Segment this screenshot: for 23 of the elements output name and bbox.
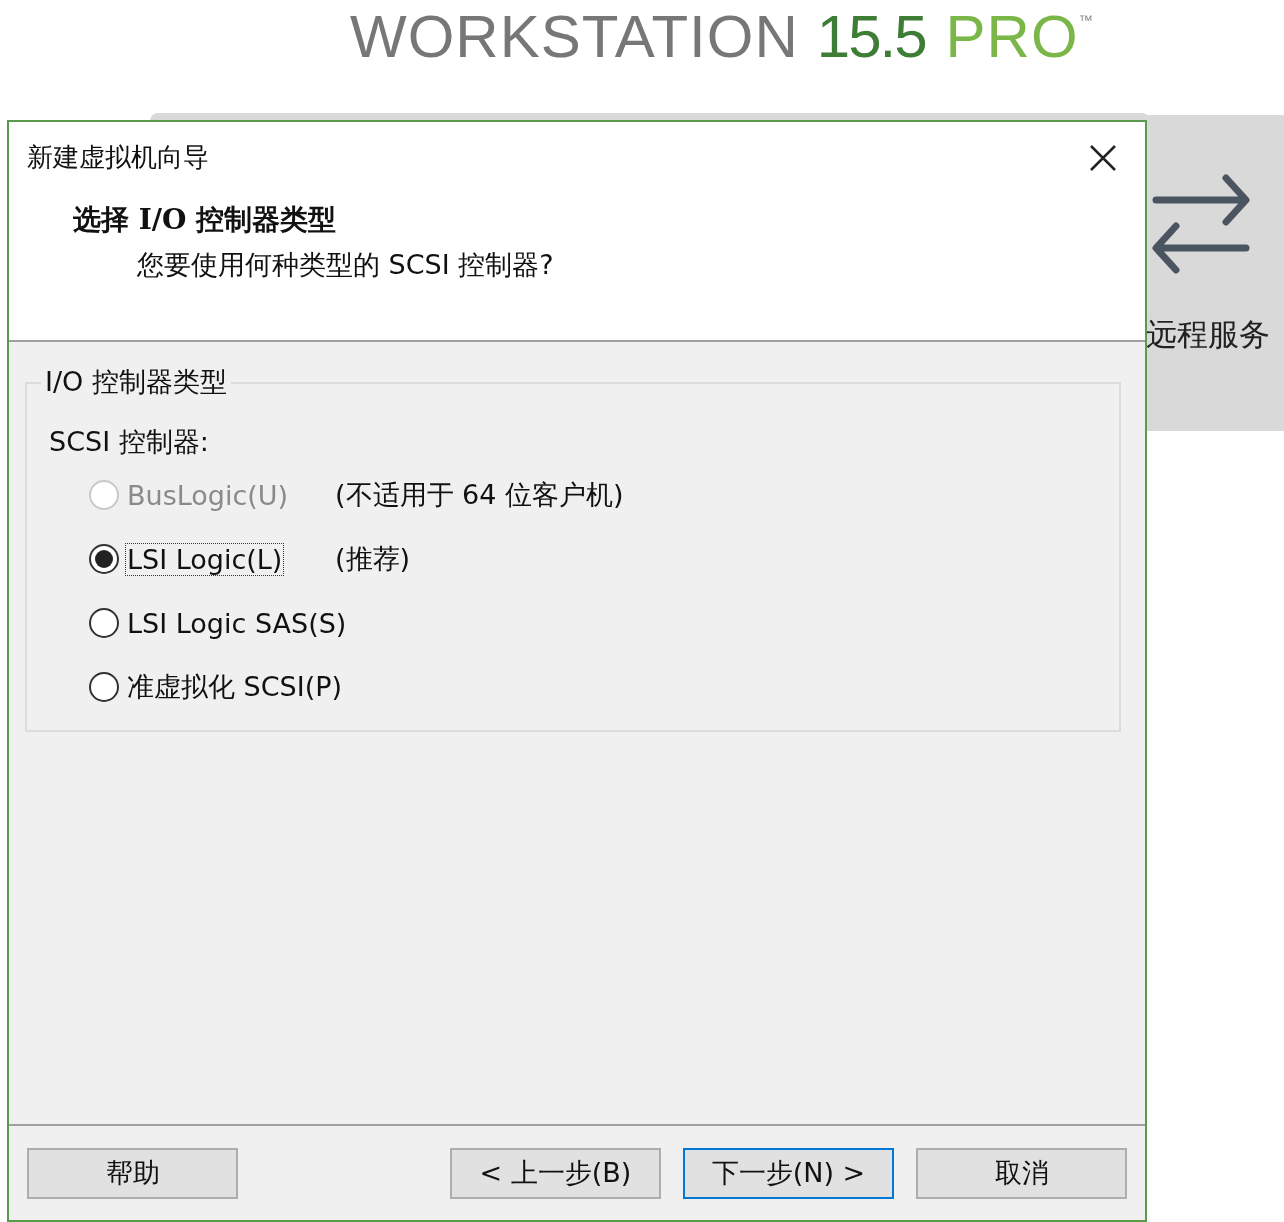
- swap-arrows-icon: [1152, 172, 1250, 276]
- dialog-button[interactable]: 下一步(N) >: [683, 1147, 894, 1199]
- option-note: (推荐): [335, 542, 411, 576]
- remote-service-label: 远程服务: [1146, 315, 1270, 354]
- option-label[interactable]: 准虚拟化 SCSI(P): [125, 668, 345, 706]
- trademark: ™: [1078, 12, 1094, 28]
- close-icon[interactable]: [1089, 143, 1117, 172]
- option-label[interactable]: LSI Logic SAS(S): [125, 606, 349, 640]
- controller-label: SCSI 控制器:: [49, 425, 209, 459]
- window-title: 新建虚拟机向导: [27, 141, 209, 174]
- logo-edition: PRO: [945, 2, 1079, 71]
- page-subheading: 您要使用何种类型的 SCSI 控制器?: [137, 248, 555, 282]
- radio-button[interactable]: [89, 544, 119, 574]
- dialog-button[interactable]: 帮助: [27, 1147, 238, 1199]
- option-label[interactable]: LSI Logic(L): [125, 542, 285, 576]
- logo-product: WORKSTATION: [350, 2, 799, 71]
- option-note: (不适用于 64 位客户机): [335, 478, 624, 512]
- radio-button[interactable]: [89, 672, 119, 702]
- dialog-button[interactable]: 取消: [916, 1147, 1127, 1199]
- page-heading: 选择 I/O 控制器类型: [73, 202, 338, 238]
- logo-version: 15.5: [816, 2, 926, 71]
- dialog-button[interactable]: < 上一步(B): [450, 1147, 661, 1199]
- radio-button[interactable]: [89, 608, 119, 638]
